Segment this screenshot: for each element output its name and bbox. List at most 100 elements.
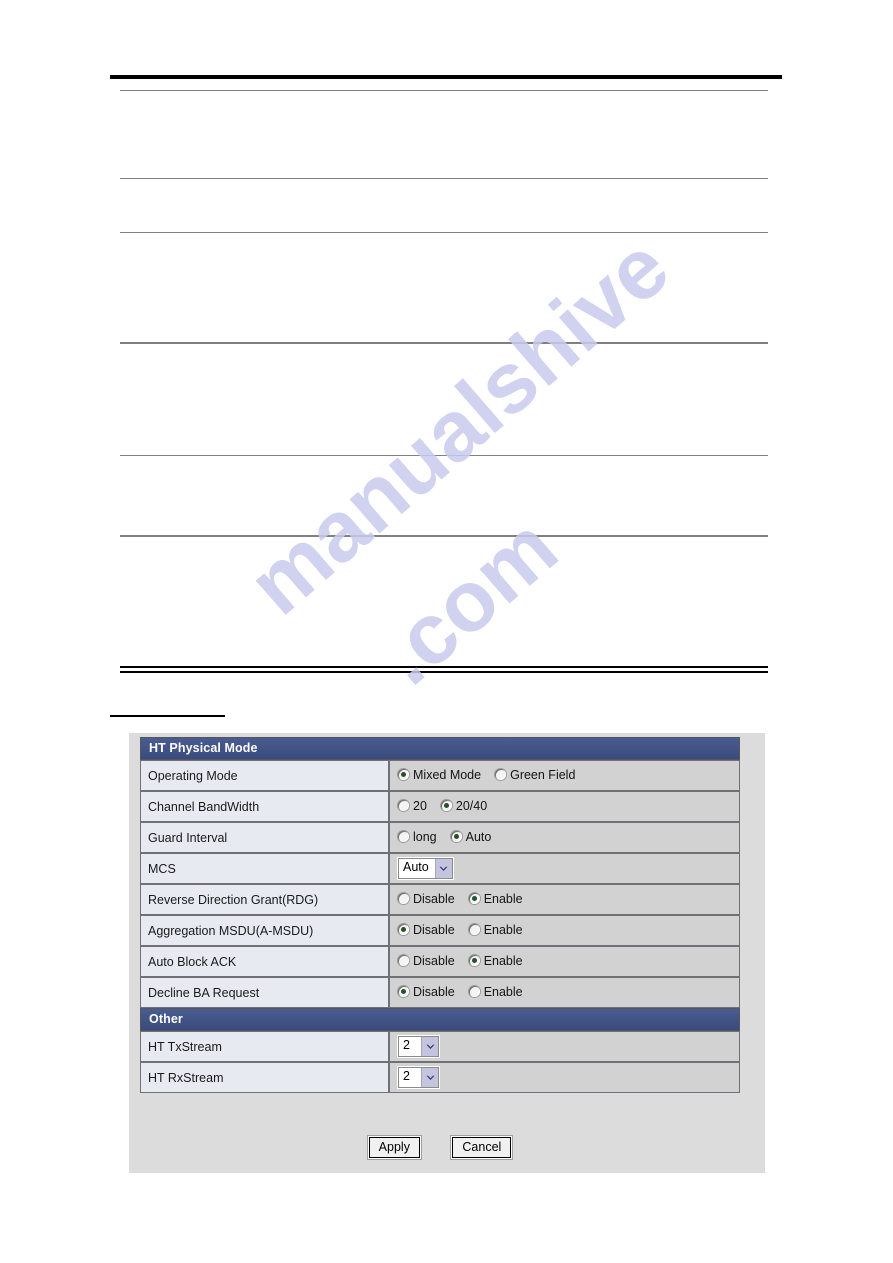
radio-label: Disable: [413, 984, 455, 999]
table-row: Auto Block ACK Disable Enable: [140, 946, 740, 977]
row-value-channel-bandwidth: 20 20/40: [389, 791, 740, 822]
radio-option-auto-block-ack-enable[interactable]: Enable: [468, 953, 523, 968]
radio-button-icon[interactable]: [468, 955, 480, 967]
radio-button-icon[interactable]: [468, 893, 480, 905]
radio-option-operating-mode-mixed-mode[interactable]: Mixed Mode: [398, 768, 481, 782]
table-row: HT TxStream 2: [140, 1031, 740, 1062]
table-row: Aggregation MSDU(A-MSDU) Disable Enable: [140, 915, 740, 946]
row-label-auto-block-ack: Auto Block ACK: [140, 946, 389, 977]
radio-button-icon[interactable]: [398, 986, 409, 998]
radio-label: Disable: [413, 891, 455, 906]
select-value: 2: [403, 1069, 410, 1083]
row-label-operating-mode: Operating Mode: [140, 760, 389, 791]
document-rule-8: [120, 671, 768, 673]
table-row: HT RxStream 2: [140, 1062, 740, 1093]
radio-label: Enable: [483, 922, 523, 937]
radio-label: Auto: [465, 829, 492, 844]
row-label-aggregation-msdu-a-msdu: Aggregation MSDU(A-MSDU): [140, 915, 389, 946]
row-value-decline-ba-request: Disable Enable: [389, 977, 740, 1008]
row-value-ht-txstream: 2: [389, 1031, 740, 1062]
radio-option-reverse-direction-grant-rdg-enable[interactable]: Enable: [468, 891, 523, 906]
row-value-auto-block-ack: Disable Enable: [389, 946, 740, 977]
document-rule-3: [120, 232, 768, 233]
row-label-ht-txstream: HT TxStream: [140, 1031, 389, 1062]
radio-button-icon[interactable]: [450, 831, 462, 843]
row-label-guard-interval: Guard Interval: [140, 822, 389, 853]
select-value: Auto: [403, 860, 429, 874]
radio-button-icon[interactable]: [398, 924, 409, 936]
row-value-operating-mode: Mixed Mode Green Field: [389, 760, 740, 791]
radio-option-decline-ba-request-enable[interactable]: Enable: [468, 984, 523, 999]
section-header-ht-physical-mode: HT Physical Mode: [140, 737, 740, 760]
select-ht-txstream[interactable]: 2: [398, 1036, 439, 1057]
radio-label: Disable: [413, 922, 455, 937]
radio-option-reverse-direction-grant-rdg-disable[interactable]: Disable: [398, 892, 455, 906]
radio-option-guard-interval-long[interactable]: long: [398, 830, 437, 844]
document-rule-7: [120, 666, 768, 668]
radio-label: Green Field: [510, 767, 576, 782]
row-value-reverse-direction-grant-rdg: Disable Enable: [389, 884, 740, 915]
row-label-decline-ba-request: Decline BA Request: [140, 977, 389, 1008]
select-mcs[interactable]: Auto: [398, 858, 453, 879]
radio-label: Disable: [413, 953, 455, 968]
document-rule-0: [110, 75, 782, 79]
table-row: Reverse Direction Grant(RDG) Disable Enabl…: [140, 884, 740, 915]
cancel-button[interactable]: Cancel: [452, 1137, 512, 1158]
chevron-down-icon[interactable]: [421, 1068, 438, 1087]
radio-button-icon[interactable]: [398, 831, 409, 843]
row-label-channel-bandwidth: Channel BandWidth: [140, 791, 389, 822]
row-label-reverse-direction-grant-rdg: Reverse Direction Grant(RDG): [140, 884, 389, 915]
row-label-ht-rxstream: HT RxStream: [140, 1062, 389, 1093]
section-header-row: Other: [140, 1008, 740, 1031]
radio-button-icon[interactable]: [440, 800, 452, 812]
radio-option-operating-mode-green-field[interactable]: Green Field: [495, 768, 575, 782]
radio-option-aggregation-msdu-a-msdu-disable[interactable]: Disable: [398, 923, 455, 937]
document-blank-table: [0, 0, 893, 700]
row-value-ht-rxstream: 2: [389, 1062, 740, 1093]
table-row: MCS Auto: [140, 853, 740, 884]
chevron-down-icon[interactable]: [421, 1037, 438, 1056]
document-rule-6: [120, 535, 768, 537]
radio-option-channel-bandwidth-20[interactable]: 20: [398, 799, 427, 813]
radio-button-icon[interactable]: [468, 924, 480, 936]
apply-button[interactable]: Apply: [368, 1137, 420, 1158]
row-value-mcs: Auto: [389, 853, 740, 884]
radio-button-icon[interactable]: [398, 769, 409, 781]
radio-label: Mixed Mode: [413, 767, 482, 782]
figure-caption-underline: [110, 715, 225, 717]
row-value-aggregation-msdu-a-msdu: Disable Enable: [389, 915, 740, 946]
row-label-mcs: MCS: [140, 853, 389, 884]
radio-label: 20/40: [455, 798, 488, 813]
table-row: Decline BA Request Disable Enable: [140, 977, 740, 1008]
table-row: Operating Mode Mixed Mode Green Field: [140, 760, 740, 791]
ht-config-table: HT Physical Mode Operating Mode Mixed Mode…: [140, 737, 740, 1093]
document-rule-4: [120, 342, 768, 344]
select-value: 2: [403, 1038, 410, 1052]
radio-option-decline-ba-request-disable[interactable]: Disable: [398, 985, 455, 999]
radio-label: Enable: [483, 891, 523, 906]
radio-button-icon[interactable]: [398, 893, 409, 905]
chevron-down-icon[interactable]: [434, 859, 452, 878]
select-ht-rxstream[interactable]: 2: [398, 1067, 439, 1088]
radio-option-aggregation-msdu-a-msdu-enable[interactable]: Enable: [468, 922, 523, 937]
document-rule-2: [120, 178, 768, 179]
radio-option-guard-interval-auto[interactable]: Auto: [450, 829, 492, 844]
radio-label: 20: [413, 798, 427, 813]
document-rule-5: [120, 455, 768, 456]
radio-label: Enable: [483, 953, 523, 968]
section-header-row: HT Physical Mode: [140, 737, 740, 760]
radio-button-icon[interactable]: [468, 986, 480, 998]
button-row: Apply Cancel: [140, 1137, 740, 1158]
table-row: Guard Interval long Auto: [140, 822, 740, 853]
radio-button-icon[interactable]: [495, 769, 507, 781]
document-rule-1: [120, 90, 768, 91]
radio-button-icon[interactable]: [398, 800, 409, 812]
table-row: Channel BandWidth 20 20/40: [140, 791, 740, 822]
radio-label: long: [413, 829, 437, 844]
radio-label: Enable: [483, 984, 523, 999]
radio-button-icon[interactable]: [398, 955, 409, 967]
row-value-guard-interval: long Auto: [389, 822, 740, 853]
radio-option-auto-block-ack-disable[interactable]: Disable: [398, 954, 455, 968]
radio-option-channel-bandwidth-20-40[interactable]: 20/40: [440, 798, 488, 813]
section-header-other: Other: [140, 1008, 740, 1031]
